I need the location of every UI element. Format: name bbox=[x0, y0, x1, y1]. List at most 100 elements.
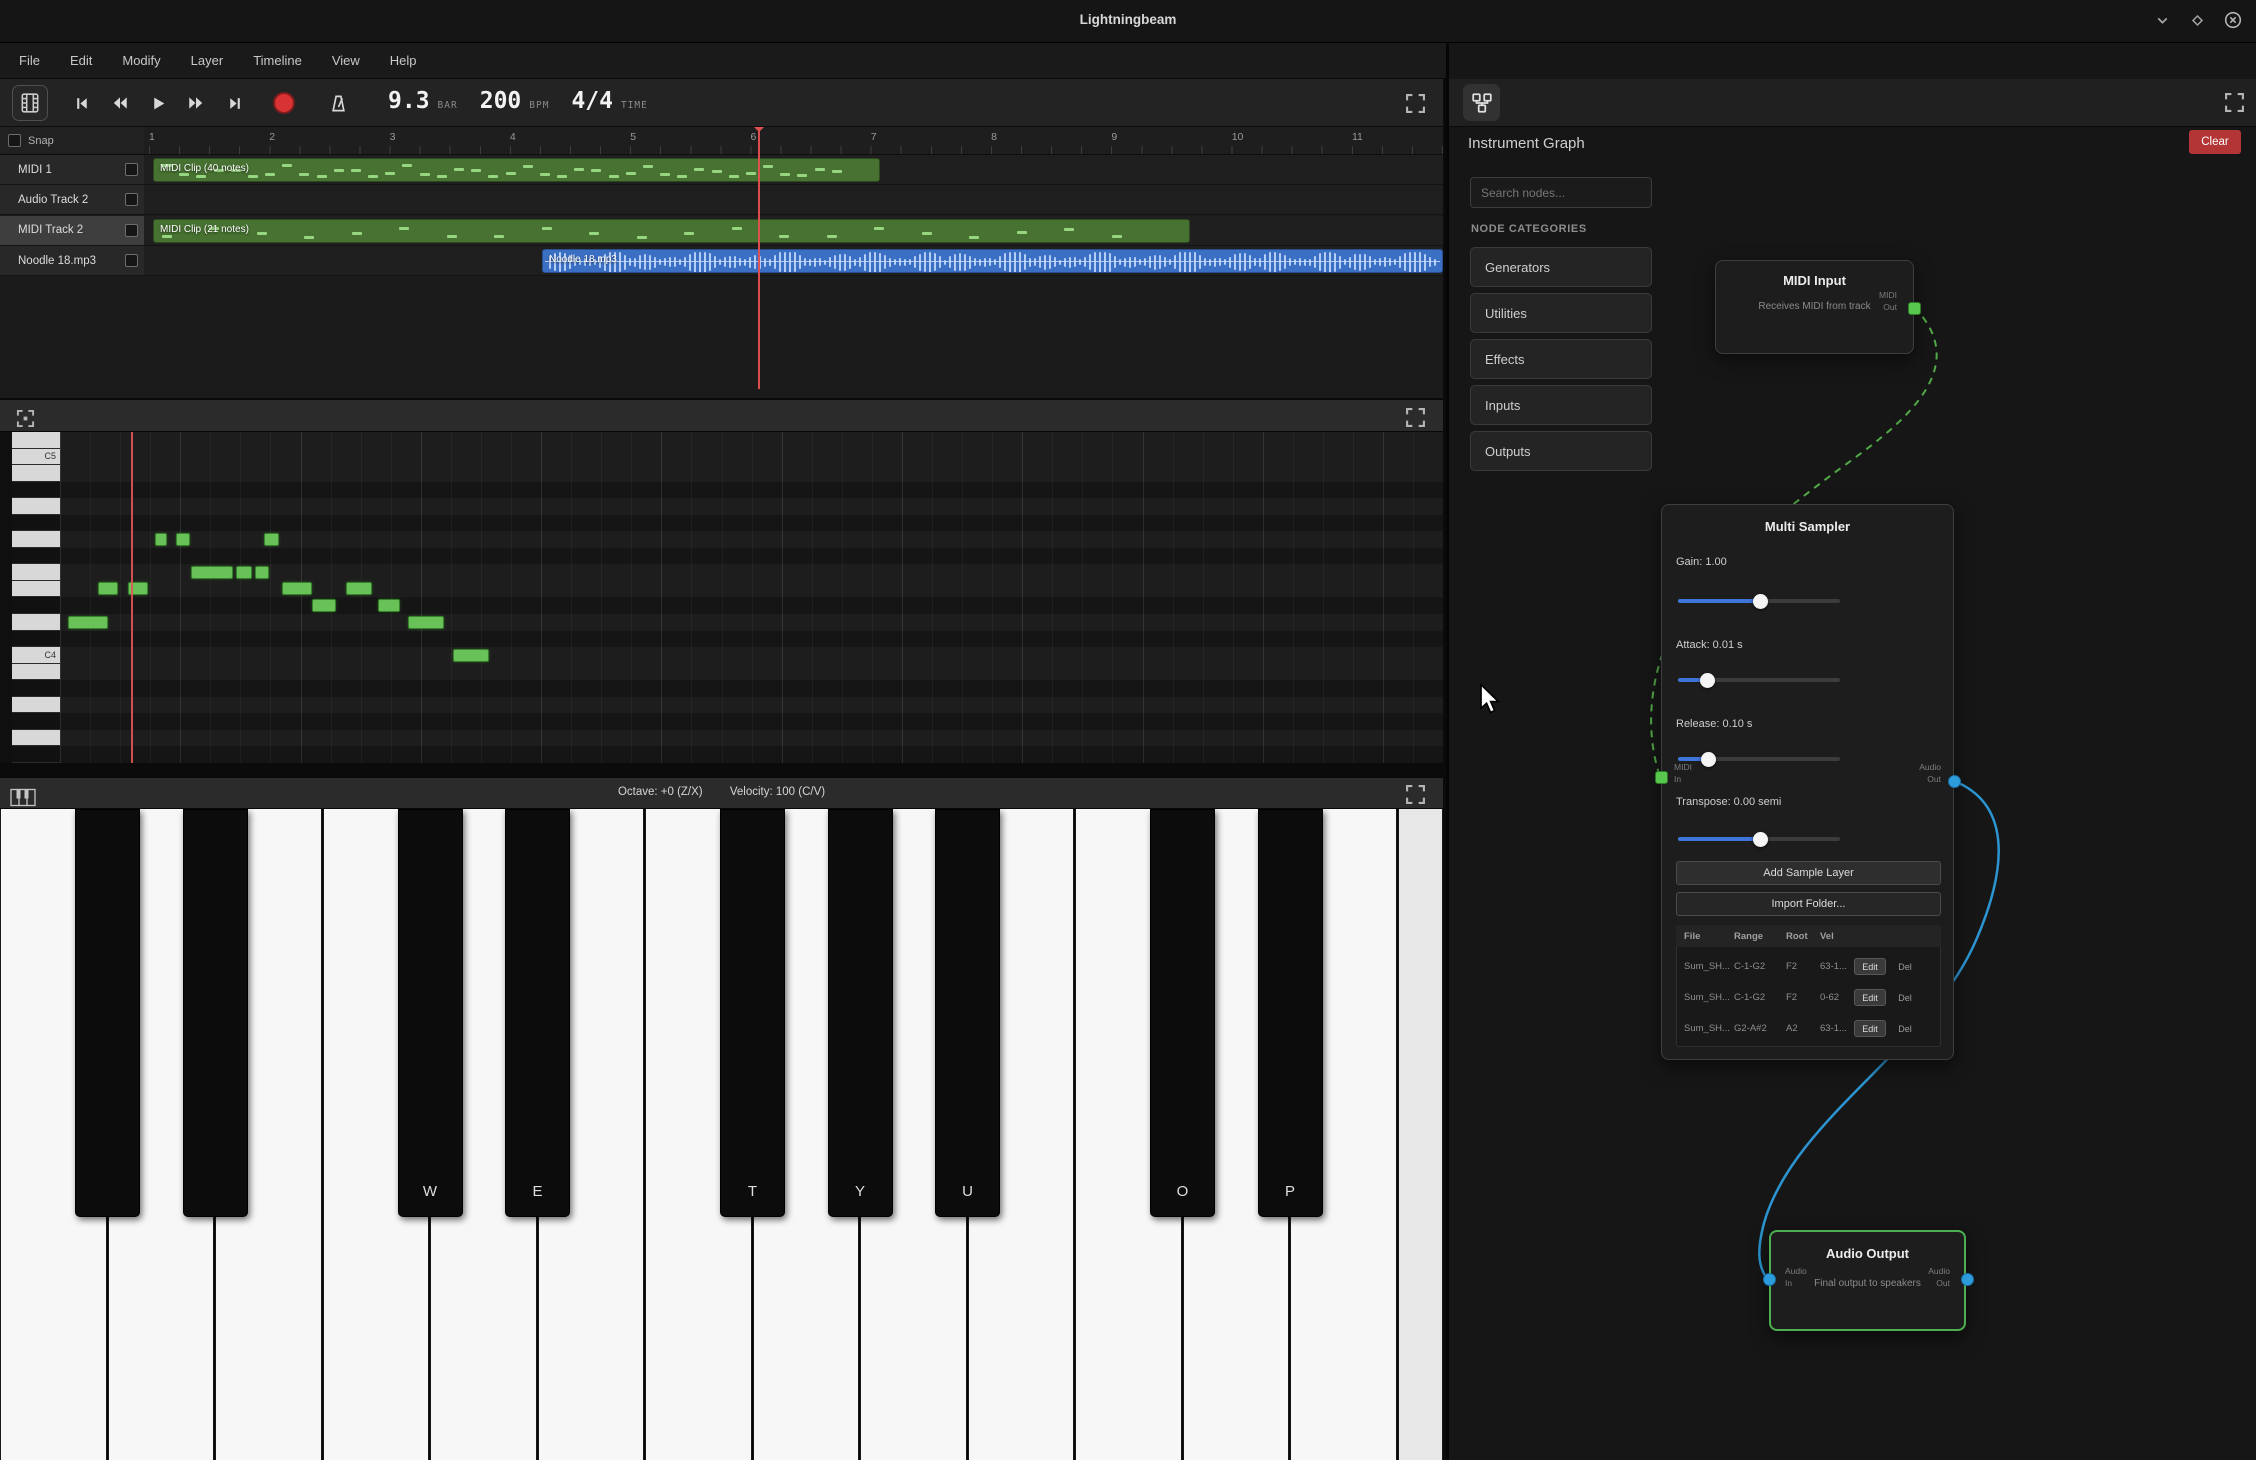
black-key[interactable]: E bbox=[505, 809, 570, 1217]
midi-clip[interactable]: MIDI Clip (40 notes) bbox=[153, 158, 880, 182]
midi-note[interactable] bbox=[98, 582, 118, 595]
time-signature-value[interactable]: 4/4 bbox=[571, 88, 613, 114]
roll-key-black[interactable] bbox=[12, 598, 60, 615]
audio-in-port[interactable] bbox=[1763, 1273, 1776, 1286]
black-key[interactable] bbox=[75, 809, 140, 1217]
record-button[interactable] bbox=[266, 85, 302, 121]
slider-knob[interactable] bbox=[1701, 752, 1716, 767]
roll-key-black[interactable] bbox=[12, 482, 60, 499]
piano-roll-fit-button[interactable] bbox=[10, 403, 40, 433]
edit-sample-button[interactable]: Edit bbox=[1854, 1020, 1886, 1037]
black-key[interactable]: W bbox=[398, 809, 463, 1217]
roll-key-white[interactable]: C5 bbox=[12, 449, 60, 466]
midi-note[interactable] bbox=[453, 649, 489, 662]
midi-clip[interactable]: MIDI Clip (21 notes) bbox=[153, 219, 1190, 243]
roll-key-white[interactable] bbox=[12, 498, 60, 515]
track-lane[interactable] bbox=[144, 185, 1443, 215]
edit-sample-button[interactable]: Edit bbox=[1854, 958, 1886, 975]
metronome-button[interactable] bbox=[320, 85, 356, 121]
roll-key-white[interactable] bbox=[12, 581, 60, 598]
delete-sample-button[interactable]: Del bbox=[1892, 989, 1918, 1006]
audio-clip[interactable]: Noodle 18.mp3 bbox=[542, 249, 1443, 273]
category-inputs[interactable]: Inputs bbox=[1470, 385, 1652, 425]
roll-key-black[interactable] bbox=[12, 713, 60, 730]
category-outputs[interactable]: Outputs bbox=[1470, 431, 1652, 471]
snap-toggle[interactable]: Snap bbox=[0, 127, 144, 155]
timeline-ruler[interactable]: 1234567891011 bbox=[144, 127, 1443, 155]
add-sample-layer-button[interactable]: Add Sample Layer bbox=[1676, 861, 1941, 885]
midi-note[interactable] bbox=[264, 533, 279, 546]
audio-output-node[interactable]: Audio Output Final output to speakers Au… bbox=[1769, 1230, 1966, 1331]
midi-note[interactable] bbox=[176, 533, 190, 546]
roll-key-white[interactable] bbox=[12, 664, 60, 681]
audio-out-port[interactable] bbox=[1961, 1273, 1974, 1286]
track-lane[interactable]: MIDI Clip (21 notes) bbox=[144, 216, 1443, 246]
track-checkbox[interactable] bbox=[125, 254, 138, 267]
audio-out-port[interactable] bbox=[1948, 775, 1961, 788]
multi-sampler-node[interactable]: Multi Sampler Gain: 1.00Attack: 0.01 sRe… bbox=[1661, 504, 1954, 1060]
track-checkbox[interactable] bbox=[125, 193, 138, 206]
import-folder-button[interactable]: Import Folder... bbox=[1676, 892, 1941, 916]
midi-note[interactable] bbox=[408, 616, 444, 629]
midi-note[interactable] bbox=[155, 533, 167, 546]
roll-key-black[interactable] bbox=[12, 680, 60, 697]
play-button[interactable] bbox=[140, 85, 176, 121]
fast-forward-button[interactable] bbox=[178, 85, 214, 121]
category-utilities[interactable]: Utilities bbox=[1470, 293, 1652, 333]
project-media-button[interactable] bbox=[12, 85, 48, 121]
rewind-button[interactable] bbox=[102, 85, 138, 121]
category-generators[interactable]: Generators bbox=[1470, 247, 1652, 287]
midi-note[interactable] bbox=[378, 599, 400, 612]
roll-key-black[interactable] bbox=[12, 548, 60, 565]
roll-key-white[interactable] bbox=[12, 531, 60, 548]
timeline-playhead[interactable] bbox=[758, 127, 760, 389]
window-close-icon[interactable] bbox=[2224, 11, 2242, 34]
menu-item-view[interactable]: View bbox=[317, 44, 375, 77]
roll-key-white[interactable] bbox=[12, 564, 60, 581]
piano-roll-grid[interactable] bbox=[60, 432, 1443, 763]
piano-roll-playhead[interactable] bbox=[131, 432, 133, 763]
track-checkbox[interactable] bbox=[125, 163, 138, 176]
roll-key-white[interactable] bbox=[12, 465, 60, 482]
midi-note[interactable] bbox=[255, 566, 269, 579]
virtual-keyboard[interactable]: ASDFGHJKL;WETYUOP bbox=[0, 809, 1443, 1460]
menu-item-layer[interactable]: Layer bbox=[176, 44, 239, 77]
piano-roll-fullscreen-button[interactable] bbox=[1400, 402, 1430, 432]
delete-sample-button[interactable]: Del bbox=[1892, 958, 1918, 975]
keyboard-fullscreen-button[interactable] bbox=[1400, 779, 1430, 809]
piano-roll[interactable]: C5C4 bbox=[0, 432, 1443, 763]
black-key[interactable]: T bbox=[720, 809, 785, 1217]
track-label[interactable]: MIDI Track 2 bbox=[0, 216, 144, 246]
window-maximize-icon[interactable] bbox=[2189, 12, 2206, 34]
midi-note[interactable] bbox=[68, 616, 108, 629]
menu-item-file[interactable]: File bbox=[4, 44, 55, 77]
menu-item-edit[interactable]: Edit bbox=[55, 44, 107, 77]
piano-roll-key-column[interactable]: C5C4 bbox=[12, 432, 60, 763]
node-search-input[interactable] bbox=[1470, 177, 1652, 208]
graph-mode-button[interactable] bbox=[1463, 84, 1500, 121]
edit-sample-button[interactable]: Edit bbox=[1854, 989, 1886, 1006]
midi-note[interactable] bbox=[236, 566, 252, 579]
track-label[interactable]: Noodle 18.mp3 bbox=[0, 246, 144, 276]
bpm-value[interactable]: 200 bbox=[480, 88, 522, 114]
skip-to-start-button[interactable] bbox=[64, 85, 100, 121]
black-key[interactable]: P bbox=[1258, 809, 1323, 1217]
midi-out-port[interactable] bbox=[1908, 302, 1921, 315]
category-effects[interactable]: Effects bbox=[1470, 339, 1652, 379]
track-label[interactable]: MIDI 1 bbox=[0, 155, 144, 185]
track-checkbox[interactable] bbox=[125, 224, 138, 237]
midi-input-node[interactable]: MIDI Input Receives MIDI from track MIDI… bbox=[1715, 260, 1914, 354]
roll-key-white[interactable] bbox=[12, 697, 60, 714]
roll-key-white[interactable] bbox=[12, 432, 60, 449]
roll-key-white[interactable] bbox=[12, 730, 60, 747]
menu-item-help[interactable]: Help bbox=[375, 44, 432, 77]
roll-key-black[interactable] bbox=[12, 515, 60, 532]
black-key[interactable]: O bbox=[1150, 809, 1215, 1217]
snap-checkbox[interactable] bbox=[8, 134, 21, 147]
timeline-fullscreen-button[interactable] bbox=[1400, 88, 1430, 118]
window-minimize-icon[interactable] bbox=[2154, 12, 2171, 34]
black-key[interactable]: Y bbox=[828, 809, 893, 1217]
track-lane[interactable]: MIDI Clip (40 notes) bbox=[144, 155, 1443, 185]
clear-graph-button[interactable]: Clear bbox=[2189, 130, 2241, 154]
graph-fullscreen-button[interactable] bbox=[2219, 87, 2249, 117]
